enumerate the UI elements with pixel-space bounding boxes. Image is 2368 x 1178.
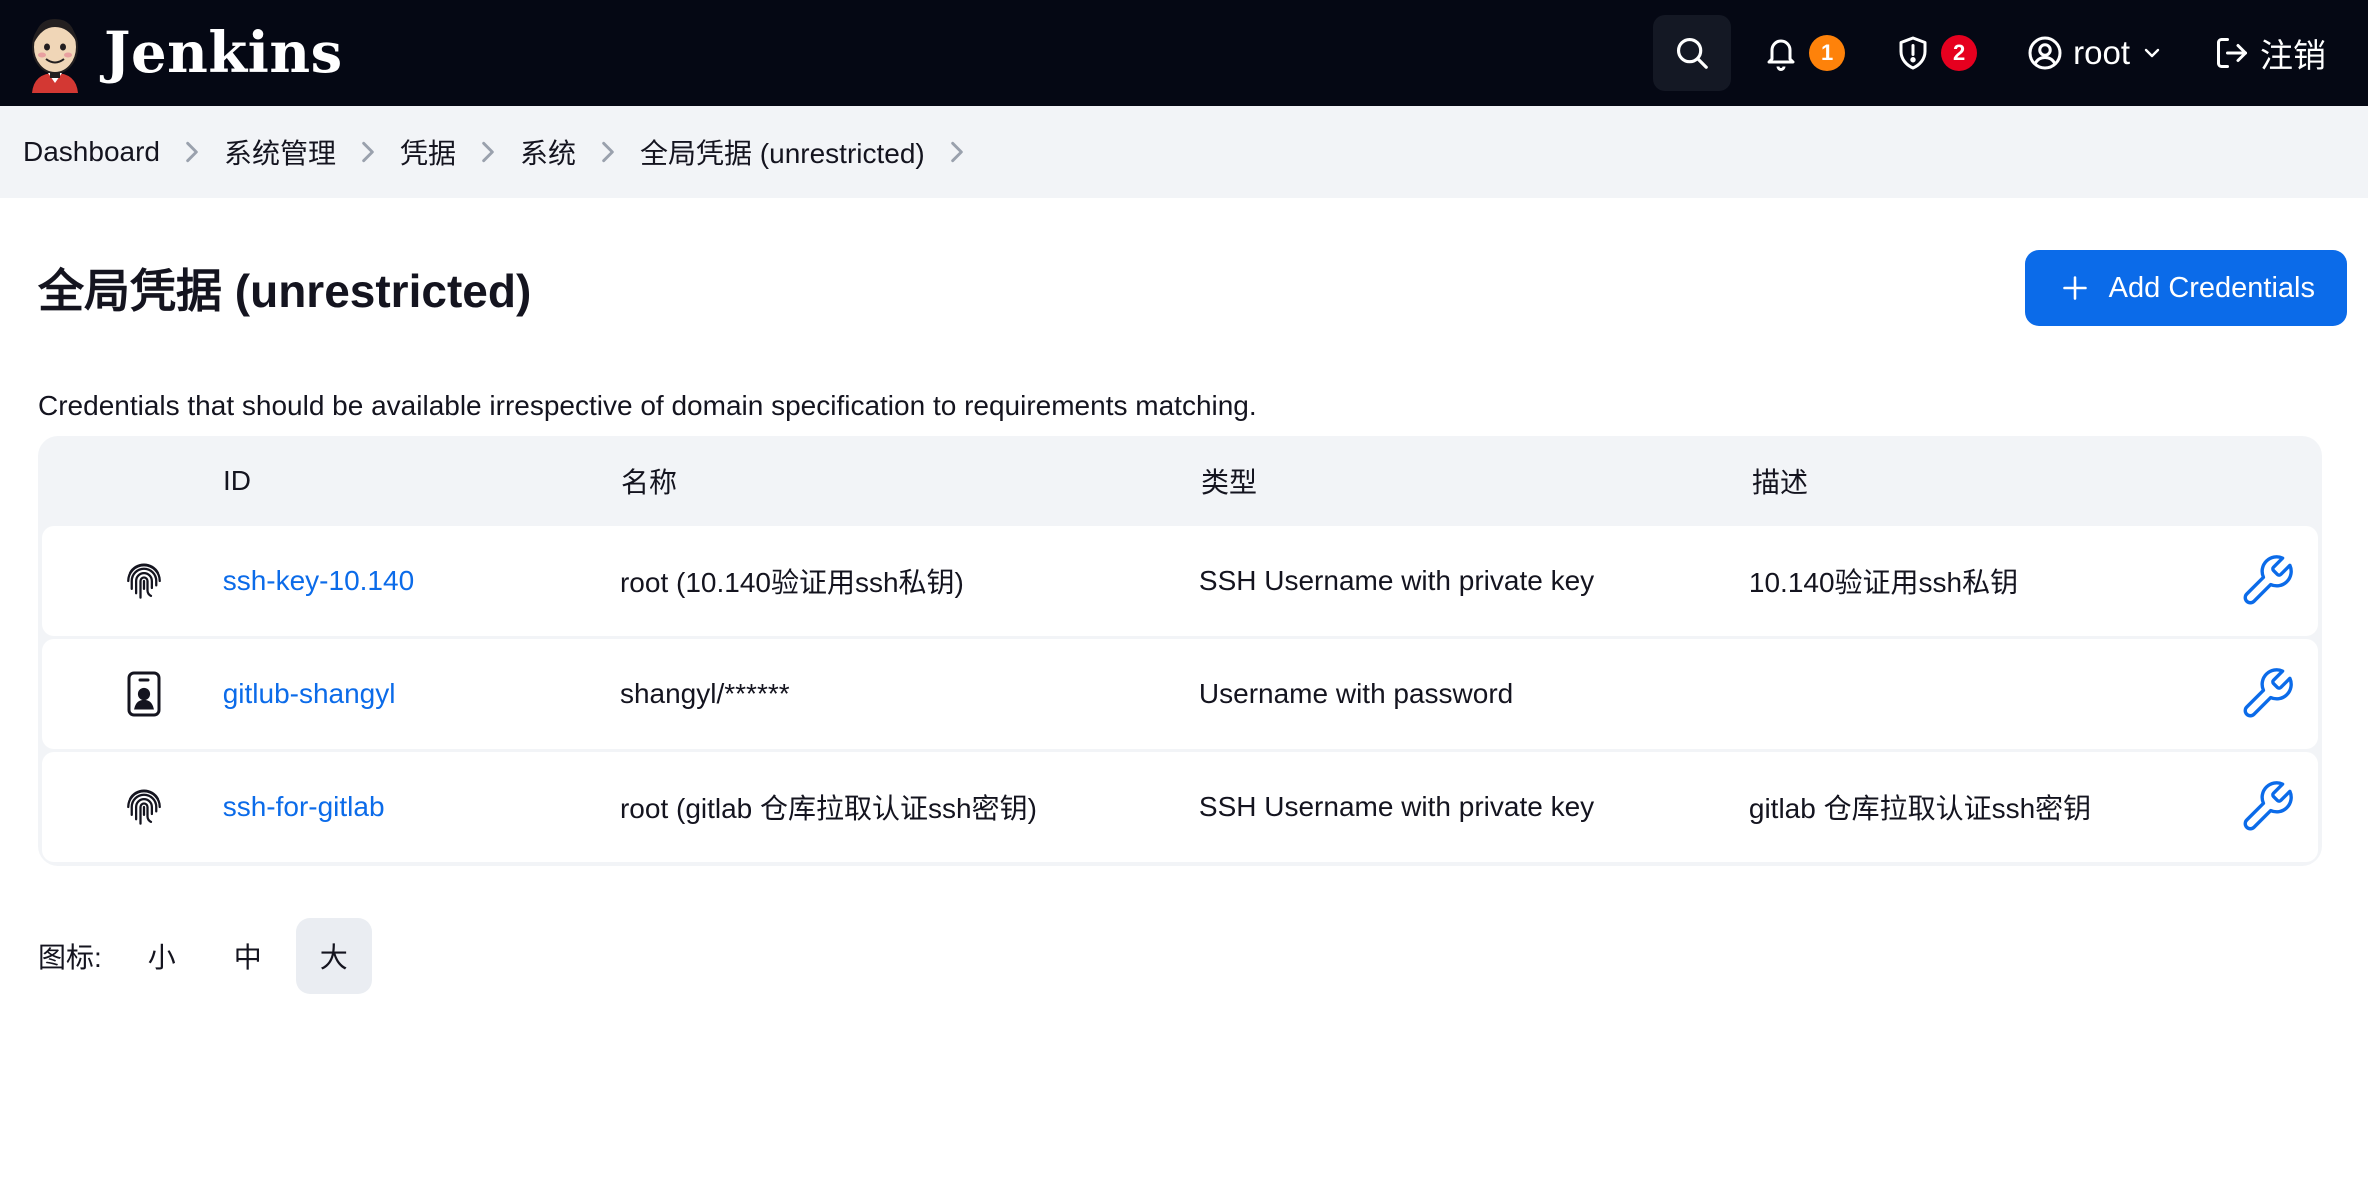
wrench-icon[interactable] xyxy=(2238,778,2296,836)
column-header-name[interactable]: 名称 xyxy=(621,461,1201,501)
breadcrumb-credentials[interactable]: 凭据 xyxy=(400,132,456,172)
credential-id-link[interactable]: ssh-for-gitlab xyxy=(223,791,385,822)
breadcrumb-dashboard[interactable]: Dashboard xyxy=(23,136,160,168)
top-header: Jenkins 1 2 root 注销 xyxy=(0,0,2368,106)
notifications-button[interactable]: 1 xyxy=(1745,15,1863,91)
add-credentials-button[interactable]: Add Credentials xyxy=(2024,250,2347,326)
user-circle-icon xyxy=(2028,36,2062,70)
user-name: root xyxy=(2073,34,2130,71)
logout-label: 注销 xyxy=(2260,37,2326,74)
table-row: ssh-key-10.140 root (10.140验证用ssh私钥) SSH… xyxy=(42,526,2318,636)
add-credentials-label: Add Credentials xyxy=(2108,271,2315,304)
wrench-icon[interactable] xyxy=(2238,665,2296,723)
security-badge: 2 xyxy=(1941,35,1978,71)
breadcrumb: Dashboard 系统管理 凭据 系统 全局凭据 (unrestricted) xyxy=(0,106,2368,198)
main-content: 全局凭据 (unrestricted) Add Credentials Cred… xyxy=(0,198,2368,994)
credential-description: gitlab 仓库拉取认证ssh密钥 xyxy=(1748,793,2092,824)
chevron-right-icon[interactable] xyxy=(576,139,640,165)
search-button[interactable] xyxy=(1653,15,1732,91)
jenkins-logo-icon xyxy=(32,19,78,93)
credentials-table: ID 名称 类型 描述 ssh-key-10.140 root (10.140验… xyxy=(38,436,2322,866)
chevron-right-icon[interactable] xyxy=(925,139,989,165)
credential-name: shangyl/****** xyxy=(619,678,790,709)
icon-size-small[interactable]: 小 xyxy=(124,918,200,994)
icon-size-large[interactable]: 大 xyxy=(295,918,372,994)
fingerprint-icon xyxy=(126,563,161,599)
domain-description: Credentials that should be available irr… xyxy=(38,390,1257,421)
logout-button[interactable]: 注销 xyxy=(2196,15,2344,91)
brand-link[interactable]: Jenkins xyxy=(24,13,343,93)
brand-name: Jenkins xyxy=(104,20,343,86)
credential-type: Username with password xyxy=(1198,678,1514,709)
column-header-desc[interactable]: 描述 xyxy=(1752,461,2242,501)
user-menu-button[interactable]: root xyxy=(2009,15,2182,91)
notifications-badge: 1 xyxy=(1809,35,1846,71)
breadcrumb-system[interactable]: 系统 xyxy=(520,132,576,172)
fingerprint-icon xyxy=(126,789,161,825)
credential-type: SSH Username with private key xyxy=(1198,565,1595,596)
icon-size-label: 图标: xyxy=(38,942,102,973)
chevron-down-icon xyxy=(2144,48,2160,58)
icon-size-selector: 图标: 小 中 大 xyxy=(38,918,2330,994)
logout-icon xyxy=(2217,38,2247,68)
icon-size-medium[interactable]: 中 xyxy=(210,918,286,994)
credential-description: 10.140验证用ssh私钥 xyxy=(1748,567,2019,598)
table-header: ID 名称 类型 描述 xyxy=(42,436,2318,526)
security-button[interactable]: 2 xyxy=(1877,15,1995,91)
credential-name: root (10.140验证用ssh私钥) xyxy=(619,567,964,598)
shield-icon xyxy=(1899,36,1927,70)
page-title: 全局凭据 (unrestricted) xyxy=(38,265,532,317)
credential-id-link[interactable]: gitlub-shangyl xyxy=(223,678,396,709)
id-badge-icon xyxy=(127,671,161,717)
plus-icon xyxy=(2062,276,2087,300)
chevron-right-icon[interactable] xyxy=(160,139,224,165)
wrench-icon[interactable] xyxy=(2238,552,2296,610)
breadcrumb-global-domain[interactable]: 全局凭据 (unrestricted) xyxy=(640,132,925,172)
breadcrumb-manage[interactable]: 系统管理 xyxy=(224,132,336,172)
search-icon xyxy=(1677,37,1708,69)
credential-id-link[interactable]: ssh-key-10.140 xyxy=(223,565,414,596)
chevron-right-icon[interactable] xyxy=(456,139,520,165)
title-row: 全局凭据 (unrestricted) Add Credentials xyxy=(38,198,2347,378)
credential-name: root (gitlab 仓库拉取认证ssh密钥) xyxy=(619,793,1037,824)
table-row: ssh-for-gitlab root (gitlab 仓库拉取认证ssh密钥)… xyxy=(42,752,2318,862)
bell-icon xyxy=(1767,39,1795,71)
header-actions: 1 2 root 注销 xyxy=(1653,0,2344,106)
chevron-right-icon[interactable] xyxy=(336,139,400,165)
table-row: gitlub-shangyl shangyl/****** Username w… xyxy=(42,639,2318,749)
column-header-type[interactable]: 类型 xyxy=(1201,461,1752,501)
credential-type: SSH Username with private key xyxy=(1198,791,1595,822)
column-header-id[interactable]: ID xyxy=(223,465,621,497)
